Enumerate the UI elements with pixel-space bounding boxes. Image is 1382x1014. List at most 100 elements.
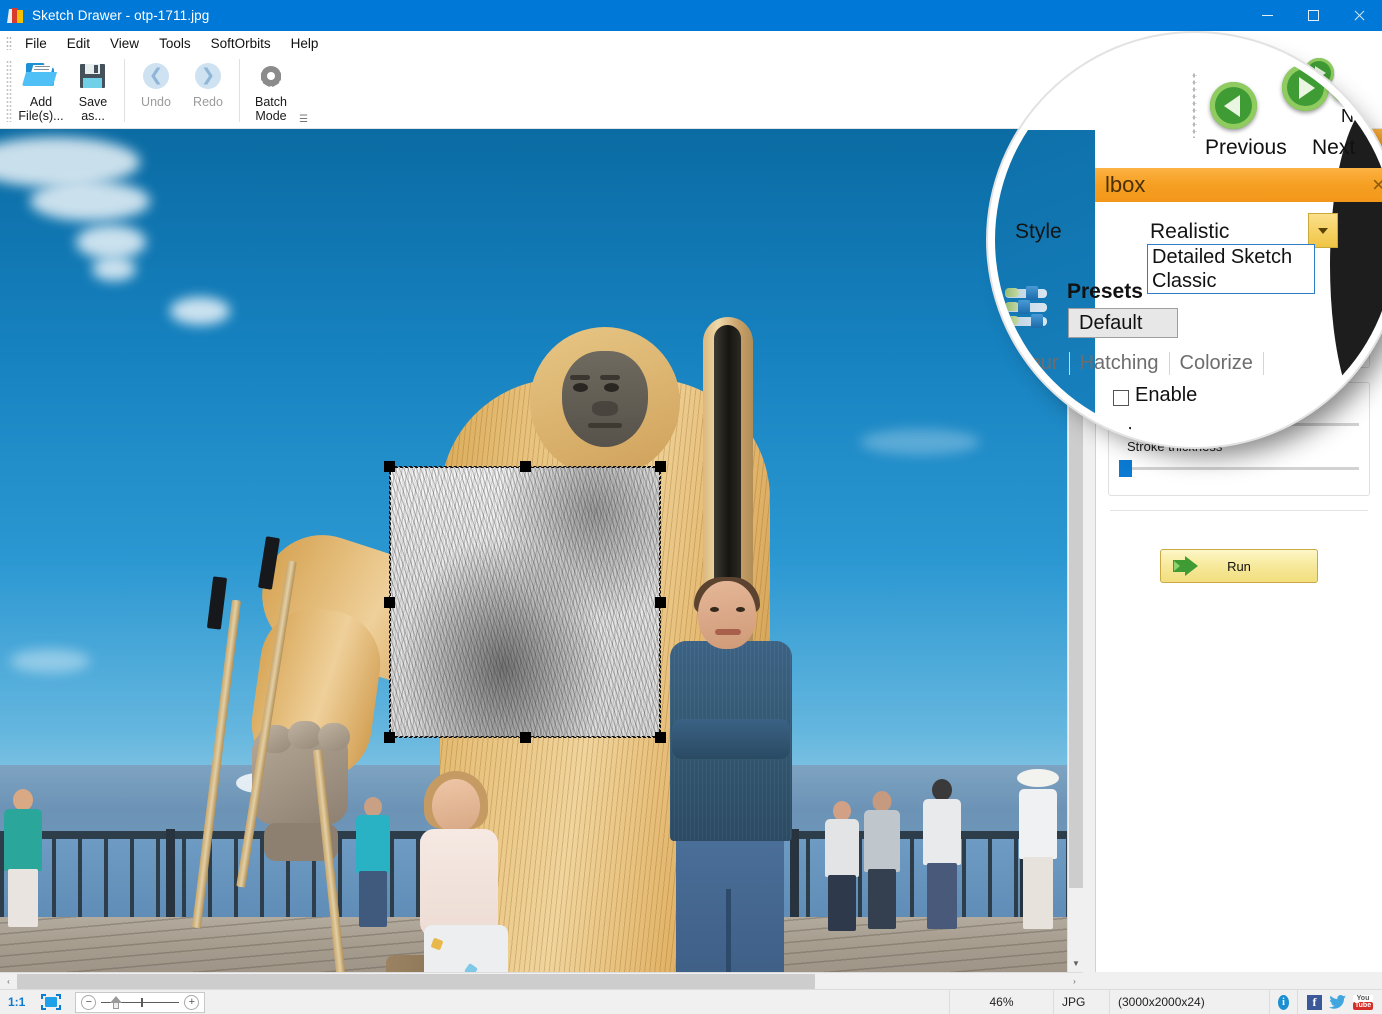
toolbar-separator-2 — [239, 59, 240, 122]
twitter-icon[interactable] — [1329, 995, 1346, 1009]
style-dropdown-list[interactable]: Realistic Detailed Sketch Classic — [1147, 244, 1315, 294]
stroke-thickness-slider[interactable] — [1119, 459, 1359, 477]
fit-to-window-icon — [41, 994, 61, 1010]
zoom-out-button[interactable]: − — [81, 995, 96, 1010]
stroke-thickness-slider-track — [1119, 467, 1359, 470]
selection-handle-sw[interactable] — [384, 732, 395, 743]
magnified-effect-tabs: ntour Hatching Colorize — [995, 352, 1382, 375]
magnified-next-icon-b[interactable] — [1328, 58, 1375, 105]
app-logo-icon — [8, 8, 24, 24]
run-button-label: Run — [1161, 559, 1317, 574]
scroll-down-button[interactable]: ▼ — [1068, 955, 1084, 972]
magnified-previous-icon[interactable] — [1210, 82, 1257, 129]
zoom-slider-thumb[interactable] — [110, 996, 122, 1003]
magnified-next-label: Next — [1312, 136, 1355, 160]
floppy-disk-icon — [76, 60, 110, 92]
status-bar: 1:1 − + 46% JPG (3000x2000x24) i f — [0, 989, 1382, 1014]
selection-handle-nw[interactable] — [384, 461, 395, 472]
fit-to-window-button[interactable] — [33, 994, 69, 1010]
magnifier-loupe: Previous Next Next lbox × Style Realisti… — [995, 40, 1382, 440]
selection-dashed-border — [390, 467, 660, 737]
background-person — [1010, 769, 1066, 969]
toolbar-grip-handle[interactable] — [6, 60, 12, 122]
menu-edit[interactable]: Edit — [57, 33, 100, 54]
selection-sketch-preview[interactable] — [390, 467, 660, 737]
man-head — [698, 581, 756, 649]
scroll-left-button[interactable]: ‹ — [0, 973, 17, 990]
window-title: Sketch Drawer - otp-1711.jpg — [32, 8, 209, 23]
undo-button[interactable]: ❮ Undo — [130, 55, 182, 109]
magnified-tab-colorize[interactable]: Colorize — [1170, 352, 1264, 375]
save-as-label-line1: Save — [79, 95, 108, 109]
toolbar-overflow-button[interactable]: ☰ — [299, 114, 308, 125]
man-leg-separation — [726, 889, 731, 972]
selection-handle-n[interactable] — [520, 461, 531, 472]
youtube-icon[interactable]: You Tube — [1353, 995, 1373, 1010]
gear-icon — [254, 60, 288, 92]
magnified-enable-checkbox[interactable] — [1113, 390, 1129, 406]
magnified-tab-contour[interactable]: ntour — [1003, 352, 1070, 375]
add-files-button[interactable]: Add File(s)... — [15, 55, 67, 123]
batch-mode-button[interactable]: Batch Mode — [245, 55, 297, 123]
selection-handle-s[interactable] — [520, 732, 531, 743]
maximize-button[interactable] — [1290, 0, 1336, 31]
minimize-icon — [1262, 15, 1273, 16]
save-as-button[interactable]: Save as... — [67, 55, 119, 123]
magnified-toolbox-title-bar: lbox × — [1095, 168, 1382, 202]
selection-handle-ne[interactable] — [655, 461, 666, 472]
magnified-panel-edge — [1083, 412, 1085, 440]
social-links: f You Tube — [1298, 995, 1382, 1010]
run-button[interactable]: Run — [1160, 549, 1318, 583]
magnified-toolbox-close[interactable]: × — [1372, 172, 1382, 198]
stroke-thickness-slider-thumb[interactable] — [1119, 460, 1132, 477]
facebook-icon[interactable]: f — [1307, 995, 1322, 1010]
zoom-slider-control[interactable]: − + — [75, 992, 205, 1013]
magnified-previous-label: Previous — [1205, 136, 1287, 160]
title-bar: Sketch Drawer - otp-1711.jpg — [0, 0, 1382, 31]
magnified-strength-label: ngth — [1100, 425, 1139, 440]
close-button[interactable] — [1336, 0, 1382, 31]
menu-help[interactable]: Help — [281, 33, 329, 54]
zoom-ratio-label[interactable]: 1:1 — [0, 995, 33, 1009]
selection-handle-w[interactable] — [384, 597, 395, 608]
magnified-chevron-down-icon[interactable] — [1308, 213, 1338, 248]
menu-grip-handle[interactable] — [6, 36, 12, 50]
batch-mode-label-line1: Batch — [255, 95, 287, 109]
redo-button[interactable]: ❯ Redo — [182, 55, 234, 109]
add-files-label-line2: File(s)... — [18, 109, 63, 123]
minimize-button[interactable] — [1244, 0, 1290, 31]
magnified-style-value: Realistic — [1150, 220, 1229, 244]
background-person — [918, 779, 966, 949]
open-folder-icon — [24, 60, 58, 92]
menu-softorbits[interactable]: SoftOrbits — [201, 33, 281, 54]
background-person — [352, 797, 394, 943]
magnified-tab-hatching[interactable]: Hatching — [1070, 352, 1170, 375]
horizontal-scroll-thumb[interactable] — [17, 974, 815, 989]
image-canvas[interactable] — [0, 129, 1083, 972]
girl-head — [432, 779, 480, 833]
magnified-next-icon-a[interactable] — [1282, 64, 1329, 111]
magnified-preset-combobox[interactable]: Default — [1068, 308, 1178, 338]
menu-file[interactable]: File — [15, 33, 57, 54]
selection-handle-e[interactable] — [655, 597, 666, 608]
dropdown-option-classic[interactable]: Classic — [1148, 269, 1314, 293]
zoom-in-button[interactable]: + — [184, 995, 199, 1010]
redo-arrow-icon: ❯ — [191, 60, 225, 92]
magnified-enable-label: Enable — [1135, 384, 1197, 407]
menu-tools[interactable]: Tools — [149, 33, 201, 54]
dropdown-option-detailed-sketch[interactable]: Detailed Sketch — [1148, 245, 1314, 269]
selection-handle-se[interactable] — [655, 732, 666, 743]
toolbar-separator-1 — [124, 59, 125, 122]
magnified-nav-grip — [1192, 72, 1197, 138]
canvas-horizontal-scrollbar[interactable]: ‹ › — [0, 972, 1083, 989]
magnified-toolbox-title: lbox — [1105, 172, 1145, 198]
redo-label: Redo — [193, 95, 223, 109]
zoom-slider-track[interactable] — [101, 995, 179, 1010]
scroll-right-button[interactable]: › — [1066, 973, 1083, 990]
menu-view[interactable]: View — [100, 33, 149, 54]
info-button[interactable]: i — [1270, 990, 1298, 1014]
background-person — [820, 801, 864, 951]
youtube-bottom-text: Tube — [1353, 1002, 1373, 1010]
horizontal-scroll-track[interactable] — [17, 973, 1066, 990]
girl-top — [420, 829, 498, 937]
